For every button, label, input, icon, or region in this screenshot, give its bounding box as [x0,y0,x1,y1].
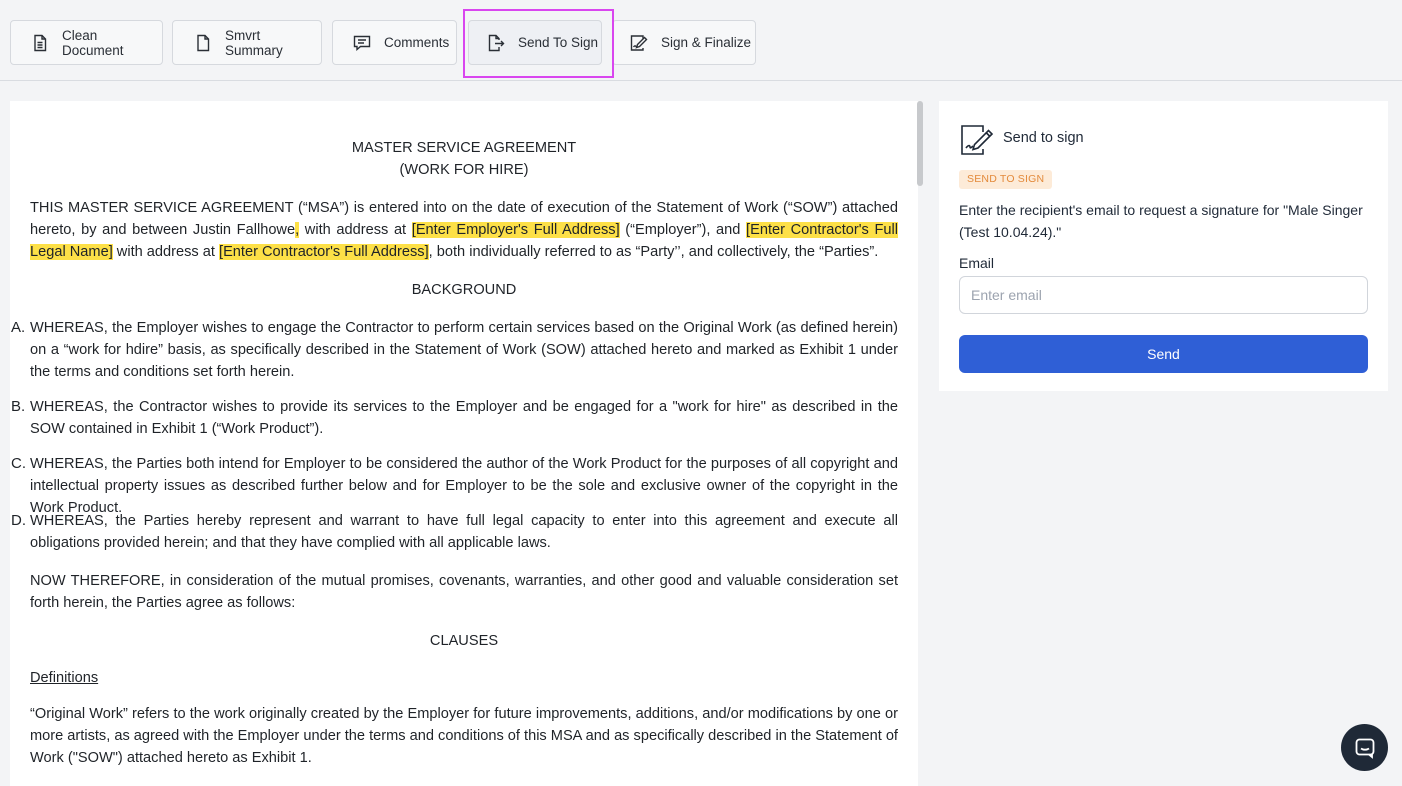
comments-label: Comments [384,35,450,50]
clean-document-label: Clean Document [62,27,124,58]
whereas-item: B. WHEREAS, the Contractor wishes to pro… [11,396,898,440]
signature-icon [629,33,649,53]
chat-icon [1353,736,1377,760]
signature-icon [959,123,995,157]
employer-address-placeholder[interactable]: [Enter Employer's Full Address] [411,222,620,238]
chat-launcher-button[interactable] [1341,724,1388,771]
document-subtitle: (WORK FOR HIRE) [399,162,529,178]
list-letter: C. [11,455,26,472]
document-icon [30,33,50,53]
whereas-text: WHEREAS, the Parties both intend for Emp… [30,456,898,516]
original-work-paragraph: “Original Work” refers to the work origi… [30,706,898,766]
list-letter: A. [11,319,26,336]
contractor-address-placeholder[interactable]: [Enter Contractor's Full Address] [219,244,429,260]
whereas-item: D. WHEREAS, the Parties hereby represent… [11,510,898,554]
intro-text: (“Employer”), and [619,222,747,238]
now-therefore-paragraph: NOW THEREFORE, in consideration of the m… [30,573,898,611]
file-icon [193,33,213,53]
whereas-text: WHEREAS, the Parties hereby represent an… [30,513,898,551]
whereas-text: WHEREAS, the Employer wishes to engage t… [30,320,898,380]
intro-text: , both individually referred to as “Part… [428,244,879,260]
smart-summary-button[interactable]: Smvrt Summary [172,20,322,65]
definitions-heading: Definitions [30,670,99,686]
send-to-sign-label: Send To Sign [518,35,599,50]
comment-icon [352,33,372,53]
document-viewer[interactable]: MASTER SERVICE AGREEMENT (WORK FOR HIRE)… [10,101,918,786]
smart-summary-label: Smvrt Summary [225,27,283,58]
list-letter: B. [11,398,26,415]
send-document-icon [486,33,506,53]
intro-text: with address at [299,222,412,238]
clauses-heading: CLAUSES [429,633,499,649]
send-to-sign-panel: Send to sign SEND TO SIGN Enter the reci… [939,101,1388,391]
document-scrollbar[interactable] [917,101,923,186]
send-to-sign-button[interactable]: Send To Sign [468,20,602,65]
email-label: Email [959,255,995,271]
toolbar: Clean Document Smvrt Summary Comments Se… [0,0,1402,81]
email-input[interactable] [959,276,1368,314]
intro-paragraph: THIS MASTER SERVICE AGREEMENT (“MSA”) is… [30,197,898,263]
whereas-item: A. WHEREAS, the Employer wishes to engag… [11,317,898,383]
whereas-text: WHEREAS, the Contractor wishes to provid… [30,399,898,437]
sign-finalize-button[interactable]: Sign & Finalize [612,20,756,65]
intro-text: with address at [112,244,220,260]
panel-title: Send to sign [1003,130,1084,146]
document-title: MASTER SERVICE AGREEMENT [351,140,577,156]
clean-document-button[interactable]: Clean Document [10,20,163,65]
send-button[interactable]: Send [959,335,1368,373]
list-letter: D. [11,512,26,529]
sign-finalize-label: Sign & Finalize [661,35,752,50]
comments-button[interactable]: Comments [332,20,457,65]
panel-description: Enter the recipient's email to request a… [959,202,1363,240]
status-badge: SEND TO SIGN [959,170,1053,189]
background-heading: BACKGROUND [411,282,517,298]
